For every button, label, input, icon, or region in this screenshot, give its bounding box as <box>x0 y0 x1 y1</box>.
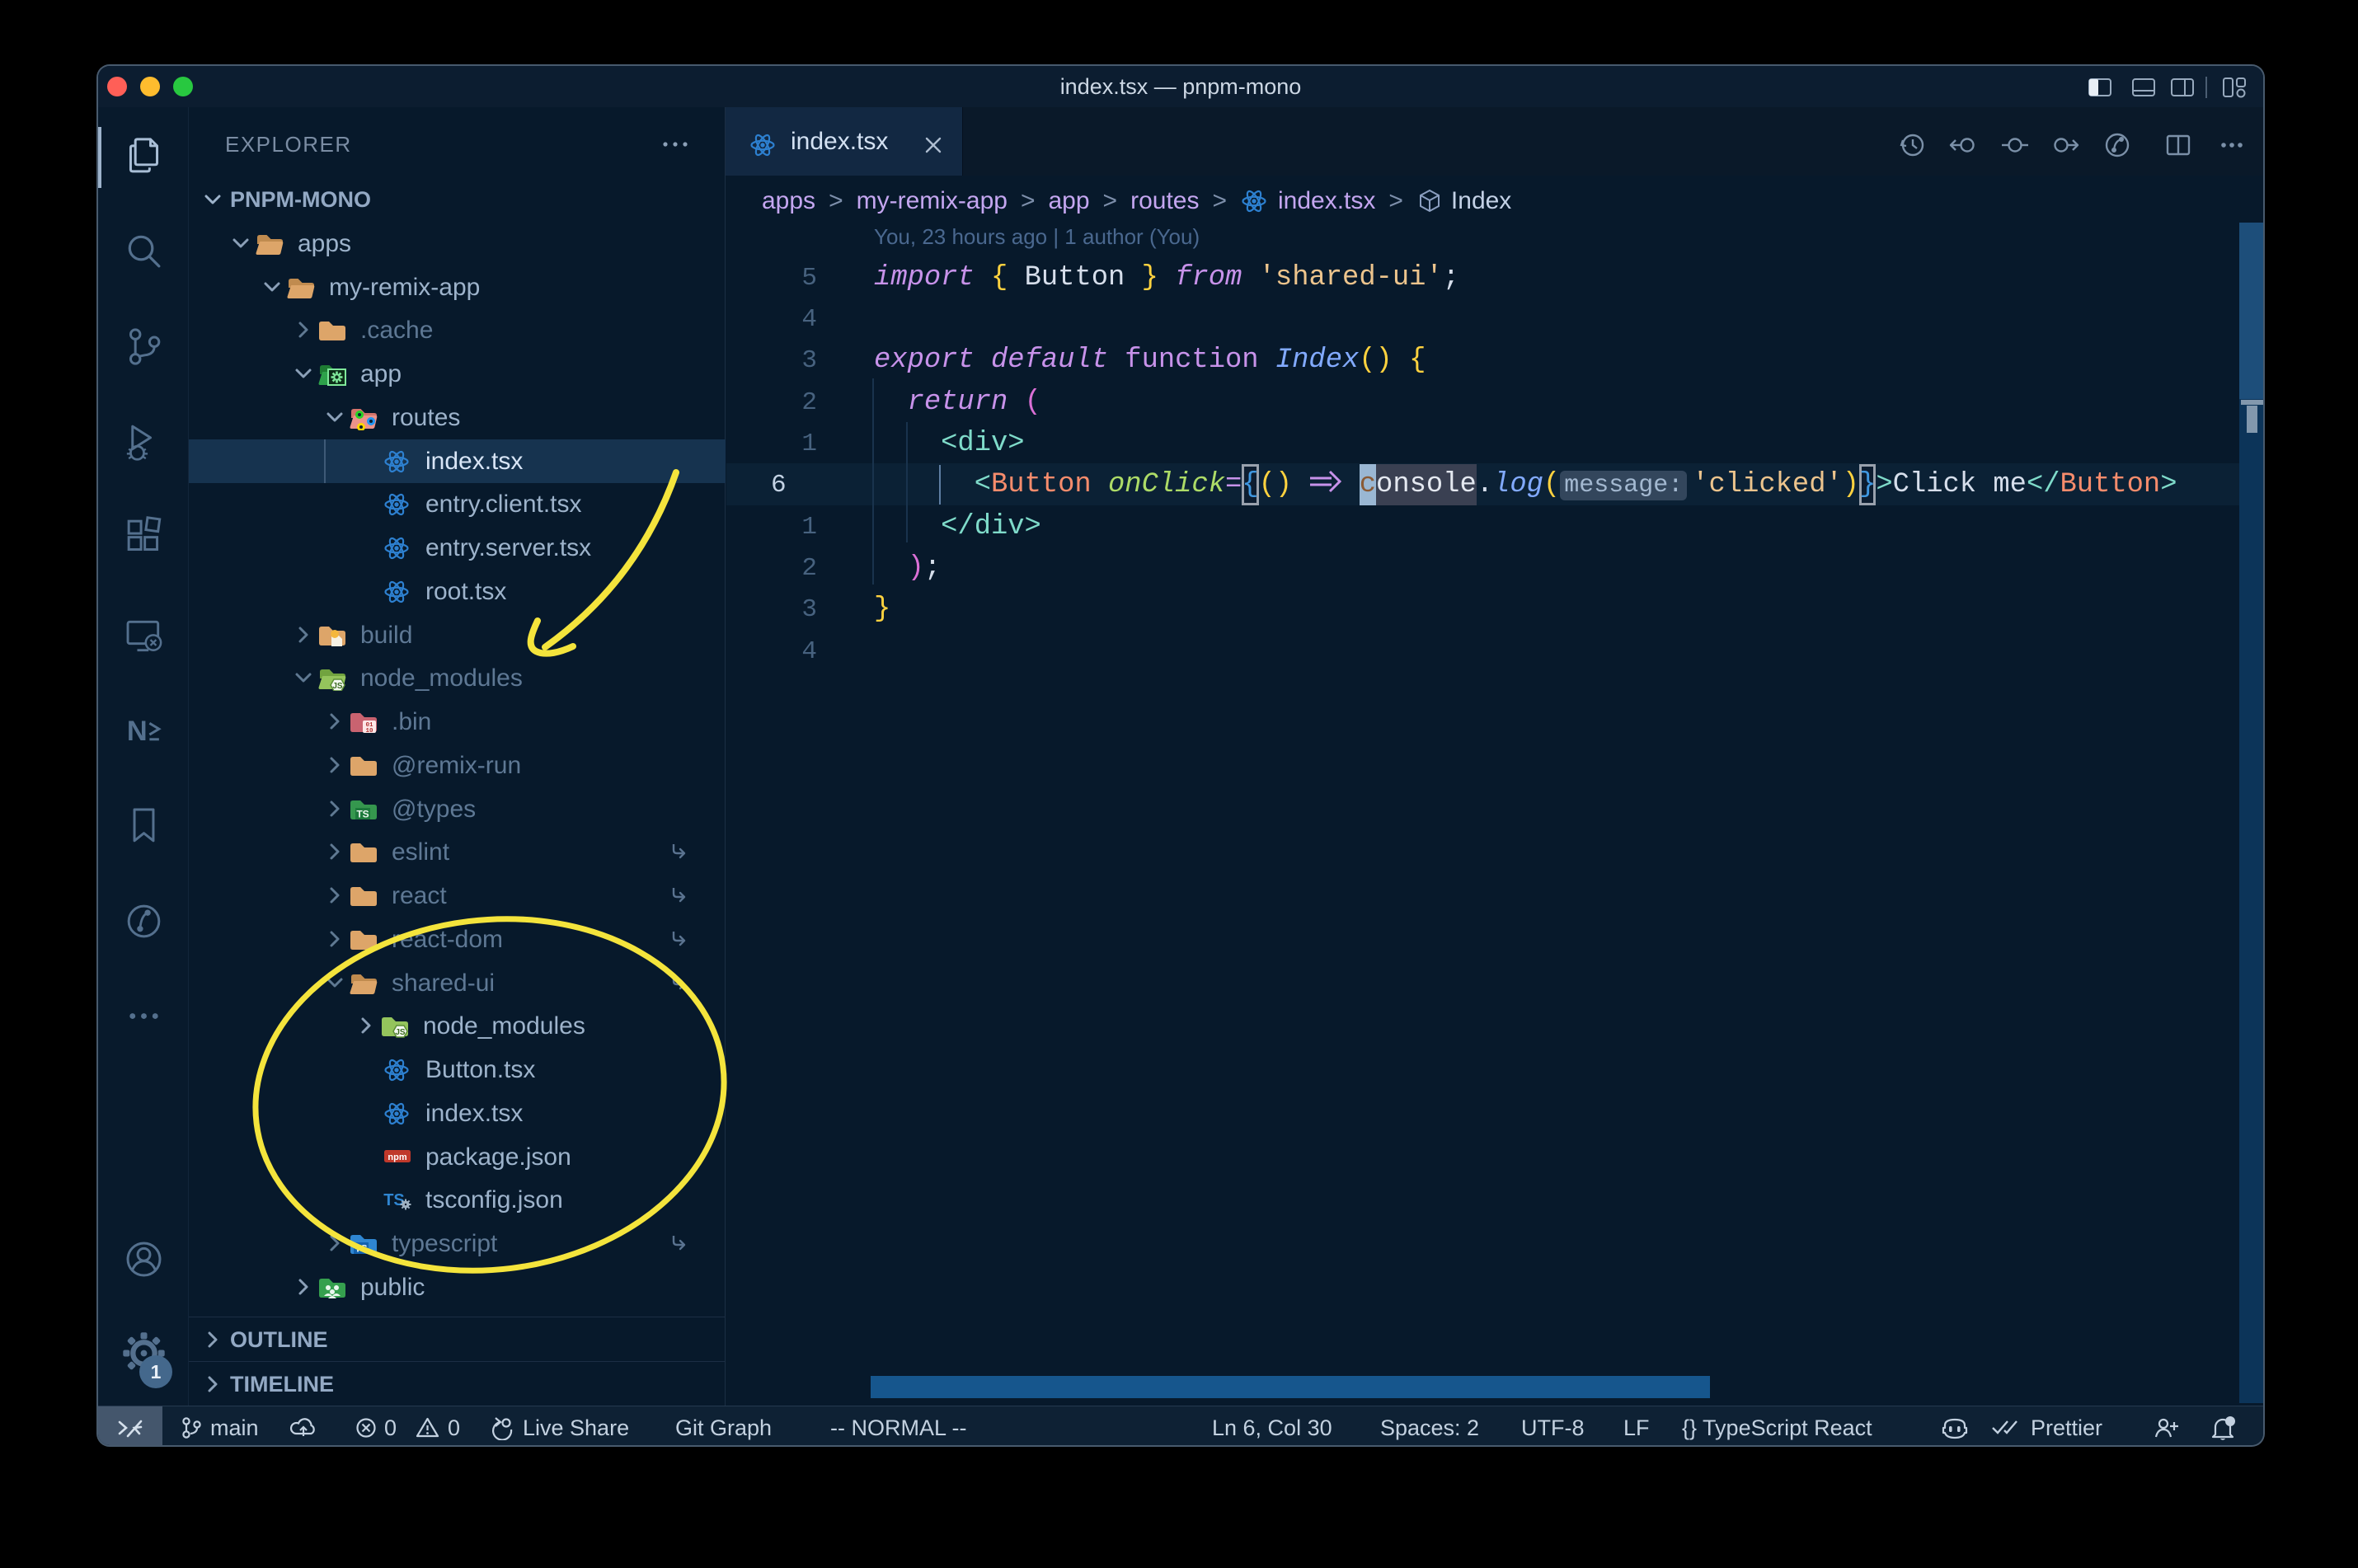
svg-text:JS: JS <box>395 1028 406 1037</box>
svg-text:TS: TS <box>356 808 369 819</box>
svg-text:npm: npm <box>388 1152 406 1162</box>
svg-text:TS: TS <box>383 1191 405 1209</box>
svg-text:TS: TS <box>355 1243 367 1255</box>
svg-text:N: N <box>127 716 148 747</box>
svg-text:JS: JS <box>332 682 343 691</box>
svg-text:10: 10 <box>365 728 373 735</box>
